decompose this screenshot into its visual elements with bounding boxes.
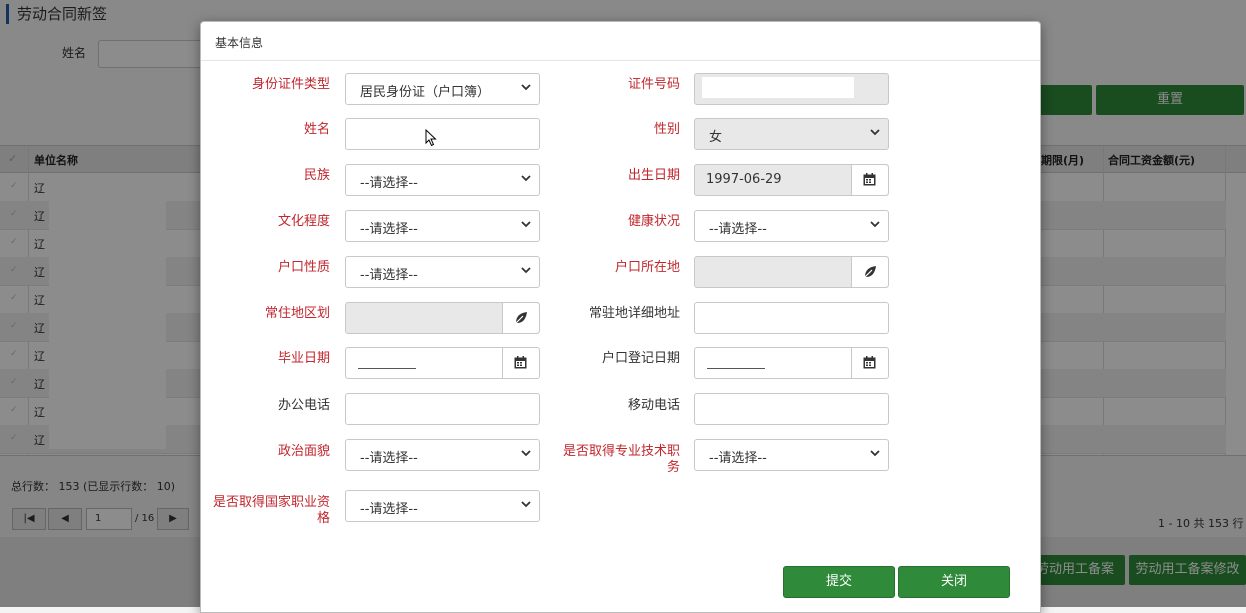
professional-title-label-line1: 是否取得专业技术职 — [562, 444, 680, 459]
graduation-date-calendar-button[interactable] — [502, 348, 539, 378]
birth-date-label: 出生日期 — [627, 168, 680, 183]
professional-title-value: --请选择-- — [709, 451, 767, 466]
hukou-type-select[interactable]: --请选择-- — [345, 256, 540, 288]
professional-title-select[interactable]: --请选择-- — [694, 439, 889, 471]
date-placeholder — [358, 368, 416, 369]
birth-date-value: 1997-06-29 — [706, 172, 782, 187]
ethnicity-label: 民族 — [303, 168, 330, 183]
residence-area-label: 常住地区划 — [264, 306, 330, 321]
id-type-select[interactable]: 居民身份证（户口簿） — [345, 73, 540, 105]
health-label: 健康状况 — [627, 214, 680, 229]
hukou-reg-date-label: 户口登记日期 — [601, 351, 680, 366]
residence-area-input[interactable] — [345, 302, 540, 334]
chevron-down-icon — [521, 450, 531, 457]
id-number-label: 证件号码 — [627, 77, 680, 92]
ethnicity-select[interactable]: --请选择-- — [345, 164, 540, 196]
national-qualification-label-line2: 格 — [316, 511, 330, 526]
birth-date-input[interactable]: 1997-06-29 — [694, 164, 889, 196]
chevron-down-icon — [521, 221, 531, 228]
graduation-date-label: 毕业日期 — [277, 351, 330, 366]
calendar-icon — [863, 173, 876, 186]
close-button[interactable]: 关闭 — [898, 566, 1010, 598]
mouse-cursor-icon — [425, 129, 437, 147]
id-type-label: 身份证件类型 — [251, 77, 330, 92]
name-label: 姓名 — [303, 122, 330, 137]
political-status-label: 政治面貌 — [277, 444, 330, 459]
residence-address-label: 常驻地详细地址 — [588, 306, 680, 321]
national-qualification-label-line1: 是否取得国家职业资 — [212, 495, 330, 510]
office-phone-label: 办公电话 — [277, 398, 330, 413]
gender-value: 女 — [709, 130, 723, 145]
ethnicity-value: --请选择-- — [360, 176, 418, 191]
birth-date-calendar-button[interactable] — [851, 165, 888, 195]
chevron-down-icon — [870, 221, 880, 228]
hukou-location-picker-button[interactable] — [851, 257, 888, 287]
submit-button[interactable]: 提交 — [783, 566, 895, 598]
chevron-down-icon — [521, 267, 531, 274]
residence-address-input[interactable] — [694, 302, 889, 334]
name-input[interactable] — [345, 118, 540, 150]
health-select[interactable]: --请选择-- — [694, 210, 889, 242]
calendar-icon — [514, 356, 527, 369]
chevron-down-icon — [870, 450, 880, 457]
education-label: 文化程度 — [277, 214, 330, 229]
hukou-type-value: --请选择-- — [360, 268, 418, 283]
political-status-value: --请选择-- — [360, 451, 418, 466]
national-qualification-value: --请选择-- — [360, 502, 418, 517]
gender-label: 性别 — [653, 122, 680, 137]
dialog-title: 基本信息 — [215, 36, 264, 50]
health-value: --请选择-- — [709, 222, 767, 237]
professional-title-label-line2: 务 — [666, 460, 680, 475]
chevron-down-icon — [521, 84, 531, 91]
education-select[interactable]: --请选择-- — [345, 210, 540, 242]
hukou-reg-date-input[interactable] — [694, 347, 889, 379]
gender-select[interactable]: 女 — [694, 118, 889, 150]
residence-area-picker-button[interactable] — [502, 303, 539, 333]
chevron-down-icon — [521, 501, 531, 508]
chevron-down-icon — [870, 129, 880, 136]
graduation-date-input[interactable] — [345, 347, 540, 379]
redacted-id-number — [702, 77, 854, 98]
mobile-phone-label: 移动电话 — [627, 398, 680, 413]
education-value: --请选择-- — [360, 222, 418, 237]
hukou-reg-date-calendar-button[interactable] — [851, 348, 888, 378]
date-placeholder — [707, 368, 765, 369]
dialog-header: 基本信息 — [201, 22, 1040, 61]
hukou-type-label: 户口性质 — [277, 260, 330, 275]
hukou-location-label: 户口所在地 — [614, 260, 680, 275]
professional-title-label: 是否取得专业技术职 务 — [556, 444, 680, 476]
hukou-location-input[interactable] — [694, 256, 889, 288]
id-type-value: 居民身份证（户口簿） — [360, 85, 491, 100]
chevron-down-icon — [521, 175, 531, 182]
national-qualification-select[interactable]: --请选择-- — [345, 490, 540, 522]
mobile-phone-input[interactable] — [694, 393, 889, 425]
political-status-select[interactable]: --请选择-- — [345, 439, 540, 471]
calendar-icon — [863, 356, 876, 369]
leaf-icon — [863, 266, 876, 279]
national-qualification-label: 是否取得国家职业资 格 — [208, 495, 330, 527]
leaf-icon — [514, 312, 527, 325]
office-phone-input[interactable] — [345, 393, 540, 425]
